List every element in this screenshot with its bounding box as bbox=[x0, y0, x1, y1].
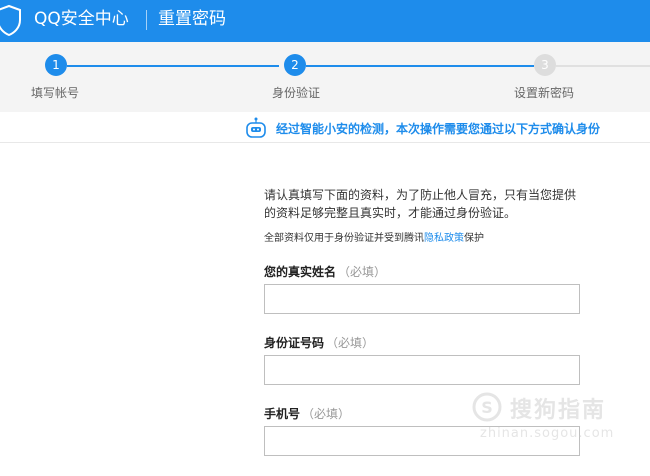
step-2-label: 身份验证 bbox=[272, 86, 321, 100]
phone-field-label: 手机号 （必填） bbox=[264, 405, 350, 422]
header-bar: QQ安全中心 重置密码 bbox=[0, 0, 650, 42]
id-label-text: 身份证号码 bbox=[264, 336, 325, 350]
id-field-label: 身份证号码 （必填） bbox=[264, 334, 374, 351]
svg-text:S: S bbox=[481, 398, 493, 417]
app-title[interactable]: QQ安全中心 bbox=[34, 9, 129, 29]
step-3-label: 设置新密码 bbox=[514, 86, 575, 100]
step-connector-2 bbox=[306, 65, 534, 67]
step-connector-1 bbox=[67, 65, 279, 67]
phone-label-text: 手机号 bbox=[264, 407, 301, 421]
notice-divider bbox=[0, 142, 650, 143]
name-required-hint: （必填） bbox=[338, 265, 387, 279]
name-field-label: 您的真实姓名 （必填） bbox=[264, 263, 386, 280]
watermark-url: zhinan.sogou.com bbox=[480, 426, 615, 441]
phone-required-hint: （必填） bbox=[302, 407, 351, 421]
id-number-input[interactable] bbox=[264, 355, 580, 385]
watermark-title: 搜狗指南 bbox=[510, 398, 607, 423]
verification-notice: 经过智能小安的检测，本次操作需要您通过以下方式确认身份 bbox=[0, 112, 650, 142]
step-connector-3 bbox=[556, 65, 650, 67]
privacy-prefix: 全部资料仅用于身份验证并受到腾讯 bbox=[264, 233, 424, 244]
privacy-policy-link[interactable]: 隐私政策 bbox=[424, 233, 464, 244]
step-1-circle: 1 bbox=[45, 54, 67, 76]
sogou-s-icon: S bbox=[472, 392, 502, 422]
real-name-input[interactable] bbox=[264, 284, 580, 314]
sogou-watermark: S 搜狗指南 zhinan.sogou.com bbox=[470, 392, 640, 452]
step-3-circle: 3 bbox=[534, 54, 556, 76]
notice-text: 经过智能小安的检测，本次操作需要您通过以下方式确认身份 bbox=[276, 122, 601, 136]
form-description: 请认真填写下面的资料，为了防止他人冒充，只有当您提供的资料足够完整且真实时，才能… bbox=[264, 188, 577, 220]
step-indicator: 1 2 3 填写帐号 身份验证 设置新密码 bbox=[0, 42, 650, 112]
id-required-hint: （必填） bbox=[326, 336, 375, 350]
page-title: 重置密码 bbox=[158, 9, 226, 29]
step-2-circle: 2 bbox=[284, 54, 306, 76]
privacy-suffix: 保护 bbox=[464, 233, 484, 244]
step-1-label: 填写帐号 bbox=[31, 86, 80, 100]
shield-logo-icon bbox=[0, 4, 21, 36]
robot-icon bbox=[246, 117, 266, 138]
name-label-text: 您的真实姓名 bbox=[264, 265, 337, 279]
header-divider bbox=[146, 10, 147, 30]
privacy-note: 全部资料仅用于身份验证并受到腾讯隐私政策保护 bbox=[264, 229, 484, 244]
